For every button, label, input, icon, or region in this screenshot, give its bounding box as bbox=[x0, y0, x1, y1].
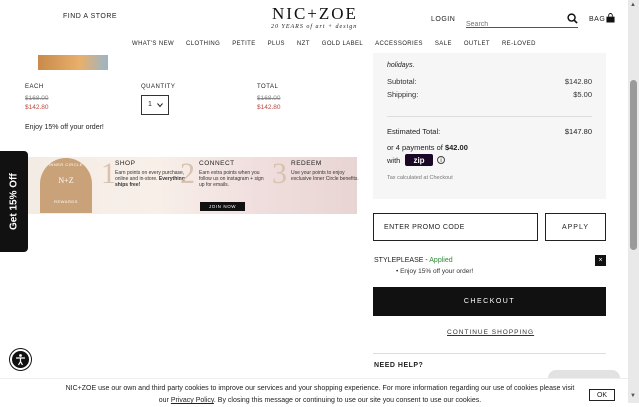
need-help-heading[interactable]: NEED HELP? bbox=[374, 362, 423, 369]
nav-item-petite[interactable]: PETITE bbox=[232, 41, 255, 47]
step-1-number: 1 bbox=[101, 157, 116, 190]
quantity-value: 1 bbox=[148, 101, 152, 108]
subtotal-label: Subtotal: bbox=[387, 77, 417, 86]
each-original-price: $168.00 bbox=[25, 95, 49, 102]
rewards-badge-logo: N+Z bbox=[58, 176, 74, 185]
continue-shopping-link[interactable]: CONTINUE SHOPPING bbox=[447, 329, 534, 336]
promo-code-input[interactable] bbox=[373, 213, 538, 241]
applied-code-detail-text: Enjoy 15% off your order! bbox=[400, 268, 474, 275]
promo-note: Enjoy 15% off your order! bbox=[25, 124, 104, 131]
product-image[interactable] bbox=[38, 55, 108, 70]
shipping-label: Shipping: bbox=[387, 90, 419, 99]
step-3-title: REDEEM bbox=[291, 160, 322, 167]
nav-item-plus[interactable]: PLUS bbox=[268, 41, 285, 47]
quantity-label: QUANTITY bbox=[141, 84, 176, 90]
step-2-number: 2 bbox=[180, 157, 195, 190]
cookie-message: NIC+ZOE use our own and third party cook… bbox=[60, 383, 580, 407]
nav-item-outlet[interactable]: OUTLET bbox=[464, 41, 490, 47]
chevron-down-icon bbox=[157, 103, 163, 108]
step-2-body: Earn extra points when you follow us on … bbox=[199, 170, 264, 188]
search-icon[interactable] bbox=[567, 13, 578, 24]
summary-holidays-note: holidays. bbox=[387, 62, 415, 69]
summary-divider bbox=[387, 116, 592, 117]
bag-link[interactable]: BAG bbox=[589, 16, 605, 23]
login-link[interactable]: LOGIN bbox=[431, 16, 455, 23]
step-1-body: Earn points on every purchase, online an… bbox=[115, 170, 185, 188]
accessibility-figure-icon bbox=[16, 354, 25, 366]
step-1-title: SHOP bbox=[115, 160, 136, 167]
applied-code: STYLEPLEASE bbox=[374, 257, 424, 264]
quantity-select[interactable]: 1 bbox=[141, 95, 169, 115]
search-bar bbox=[466, 13, 578, 30]
nav-item-re-loved[interactable]: RE-LOVED bbox=[502, 41, 536, 47]
subtotal-value: $142.80 bbox=[564, 77, 592, 86]
scrollbar-thumb[interactable] bbox=[630, 80, 637, 250]
applied-status: Applied bbox=[429, 257, 453, 264]
rewards-badge-bottom-text: REWARDS bbox=[54, 199, 78, 204]
applied-code-detail: • Enjoy 15% off your order! bbox=[396, 268, 474, 275]
checkout-button[interactable]: CHECKOUT bbox=[373, 287, 606, 316]
nav-item-nzt[interactable]: NZT bbox=[297, 41, 310, 47]
rewards-badge-top-text: INNER CIRCLE bbox=[48, 162, 84, 167]
installments-text: or 4 payments of $42.00 bbox=[387, 143, 468, 152]
each-sale-price: $142.80 bbox=[25, 104, 49, 111]
nav-item-clothing[interactable]: CLOTHING bbox=[186, 41, 220, 47]
nav-item-sale[interactable]: SALE bbox=[435, 41, 452, 47]
estimated-total-label: Estimated Total: bbox=[387, 127, 441, 136]
scroll-up-arrow-icon[interactable]: ▲ bbox=[630, 2, 636, 8]
shopping-bag-icon[interactable] bbox=[606, 13, 615, 23]
help-divider bbox=[373, 353, 606, 354]
step-3-body: Use your points to enjoy exclusive Inner… bbox=[291, 170, 359, 182]
applied-code-line: STYLEPLEASE - Applied bbox=[374, 257, 453, 264]
scroll-down-arrow-icon[interactable]: ▼ bbox=[630, 393, 636, 399]
info-icon[interactable]: i bbox=[437, 156, 445, 164]
search-input[interactable] bbox=[466, 19, 556, 30]
step-2-title: CONNECT bbox=[199, 160, 235, 167]
installments-prefix: or 4 payments of bbox=[387, 143, 445, 152]
each-label: EACH bbox=[25, 84, 44, 90]
estimated-total-value: $147.80 bbox=[564, 127, 592, 136]
nav-item-whats-new[interactable]: WHAT'S NEW bbox=[132, 41, 174, 47]
discount-side-tab-label[interactable]: Get 15% Off bbox=[0, 151, 28, 252]
total-label: TOTAL bbox=[257, 84, 279, 90]
with-label: with bbox=[387, 156, 401, 165]
installments-amount: $42.00 bbox=[444, 143, 468, 152]
nav-item-gold-label[interactable]: GOLD LABEL bbox=[322, 41, 363, 47]
zip-logo: zip bbox=[405, 154, 433, 166]
total-original-price: $168.00 bbox=[257, 95, 281, 102]
cookie-ok-button[interactable]: OK bbox=[589, 389, 615, 401]
brand-logo[interactable]: NIC+ZOE bbox=[272, 4, 358, 24]
apply-button[interactable]: APPLY bbox=[545, 213, 606, 241]
step-3-number: 3 bbox=[272, 157, 287, 190]
accessibility-icon[interactable] bbox=[10, 349, 31, 370]
remove-code-button[interactable]: × bbox=[595, 255, 606, 266]
join-now-button[interactable]: JOIN NOW bbox=[200, 202, 245, 211]
main-navigation: WHAT'S NEW CLOTHING PETITE PLUS NZT GOLD… bbox=[132, 41, 548, 47]
tax-note: Tax calculated at Checkout bbox=[387, 175, 453, 181]
nav-item-accessories[interactable]: ACCESSORIES bbox=[375, 41, 423, 47]
shipping-value: $5.00 bbox=[573, 90, 592, 99]
total-sale-price: $142.80 bbox=[257, 104, 281, 111]
brand-tagline: 20 YEARS of art + design bbox=[271, 24, 358, 30]
find-a-store-link[interactable]: FIND A STORE bbox=[63, 13, 117, 20]
